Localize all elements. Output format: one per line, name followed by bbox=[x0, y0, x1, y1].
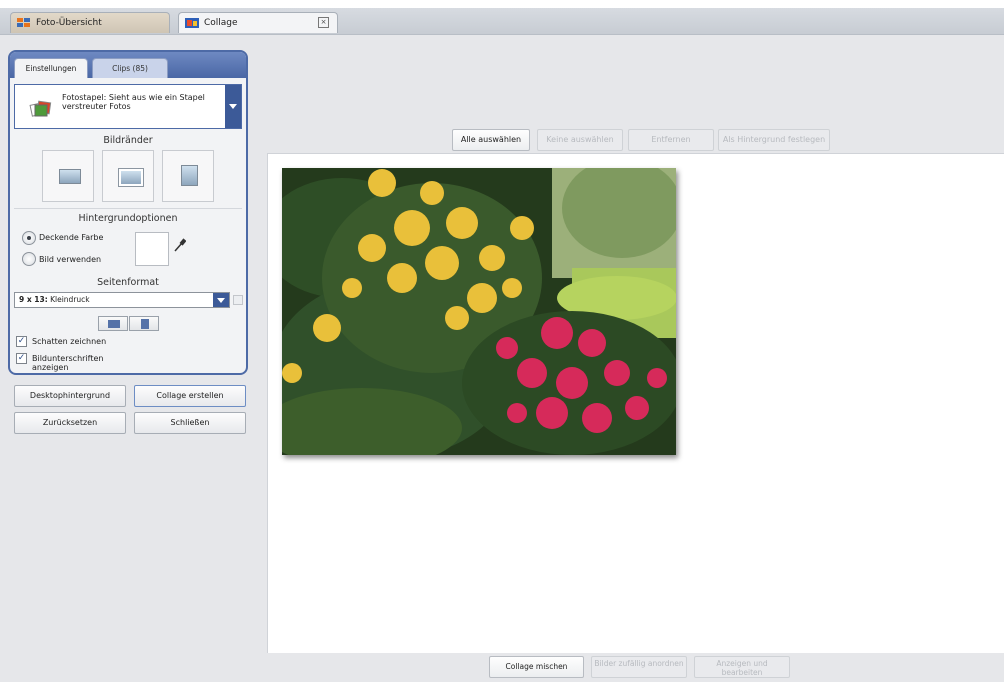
page-format-dropdown[interactable]: 9 x 13: Kleindruck bbox=[14, 292, 230, 308]
shuffle-collage-button[interactable]: Collage mischen bbox=[489, 656, 584, 678]
portrait-orientation-button[interactable] bbox=[129, 316, 159, 331]
tab-collage[interactable]: Collage × bbox=[178, 12, 338, 33]
border-portrait-icon bbox=[181, 165, 198, 186]
tab-settings[interactable]: Einstellungen bbox=[14, 58, 88, 78]
tab-label: Collage bbox=[204, 18, 238, 28]
landscape-orientation-button[interactable] bbox=[98, 316, 128, 331]
page-format-options-icon[interactable] bbox=[233, 295, 243, 305]
page-format-title: Seitenformat bbox=[97, 277, 159, 288]
page-format-size: 9 x 13: bbox=[19, 295, 48, 304]
tab-label: Foto-Übersicht bbox=[36, 18, 102, 28]
shadow-checkbox[interactable]: ✓ bbox=[16, 336, 27, 347]
reset-button[interactable]: Zurücksetzen bbox=[14, 412, 126, 434]
background-color-swatch[interactable] bbox=[135, 232, 169, 266]
close-button[interactable]: Schließen bbox=[134, 412, 246, 434]
close-icon[interactable]: × bbox=[318, 17, 329, 28]
photo-stack-icon bbox=[29, 99, 55, 121]
border-style-button[interactable] bbox=[42, 150, 94, 202]
portrait-icon bbox=[141, 319, 149, 329]
set-as-background-button[interactable]: Als Hintergrund festlegen bbox=[718, 129, 830, 151]
use-image-radio[interactable] bbox=[22, 252, 36, 266]
eyedropper-icon[interactable] bbox=[174, 238, 187, 255]
use-image-label: Bild verwenden bbox=[39, 255, 102, 264]
chevron-down-icon[interactable] bbox=[213, 293, 229, 307]
borders-title: Bildränder bbox=[103, 135, 153, 146]
create-collage-button[interactable]: Collage erstellen bbox=[134, 385, 246, 407]
remove-button[interactable]: Entfernen bbox=[628, 129, 714, 151]
collage-icon bbox=[185, 18, 199, 28]
border-thin-icon bbox=[59, 169, 81, 184]
page-format-type: Kleindruck bbox=[47, 295, 90, 304]
solid-color-label: Deckende Farbe bbox=[39, 233, 104, 242]
collage-style-dropdown[interactable]: Fotostapel: Sieht aus wie ein Stapel ver… bbox=[14, 84, 242, 129]
select-all-button[interactable]: Alle auswählen bbox=[452, 129, 530, 151]
chevron-down-icon[interactable] bbox=[225, 85, 241, 128]
landscape-icon bbox=[108, 320, 120, 328]
collage-style-label: Fotostapel: Sieht aus wie ein Stapel ver… bbox=[62, 93, 205, 111]
solid-color-radio[interactable] bbox=[22, 231, 36, 245]
random-arrange-button[interactable]: Bilder zufällig anordnen bbox=[591, 656, 687, 678]
captions-checkbox[interactable]: ✓ bbox=[16, 353, 27, 364]
document-tab-strip: Foto-Übersicht Collage × bbox=[0, 8, 1004, 35]
desktop-background-button[interactable]: Desktophintergrund bbox=[14, 385, 126, 407]
border-style-button[interactable] bbox=[102, 150, 154, 202]
tab-photo-overview[interactable]: Foto-Übersicht bbox=[10, 12, 170, 33]
grid-icon bbox=[17, 18, 31, 28]
view-edit-button[interactable]: Anzeigen und bearbeiten bbox=[694, 656, 790, 678]
border-style-button[interactable] bbox=[162, 150, 214, 202]
shadow-checkbox-label: Schatten zeichnen bbox=[32, 337, 107, 346]
collage-photo[interactable] bbox=[282, 168, 676, 455]
divider bbox=[14, 208, 242, 209]
background-options-title: Hintergrundoptionen bbox=[78, 213, 178, 224]
captions-checkbox-label: Bildunterschriften anzeigen bbox=[32, 354, 104, 372]
panel-tab-bar: Einstellungen Clips (85) bbox=[10, 52, 246, 78]
border-white-icon bbox=[118, 168, 144, 187]
select-none-button[interactable]: Keine auswählen bbox=[537, 129, 623, 151]
settings-panel: Einstellungen Clips (85) Fotostapel: Sie… bbox=[8, 50, 248, 375]
tab-clips[interactable]: Clips (85) bbox=[92, 58, 168, 78]
